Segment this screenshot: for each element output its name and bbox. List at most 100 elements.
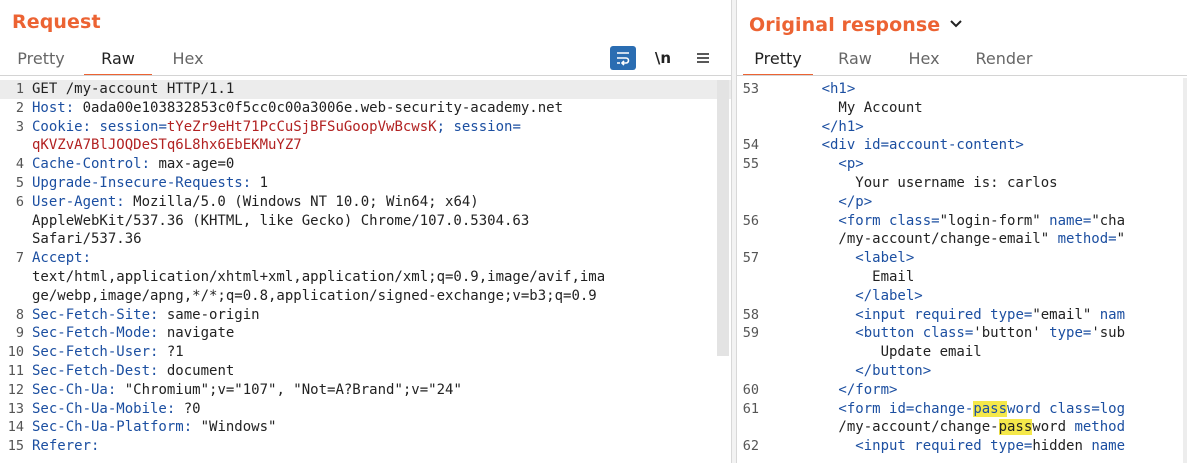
line-text: Sec-Ch-Ua-Platform: "Windows" (32, 418, 276, 437)
chevron-down-icon[interactable] (950, 11, 962, 33)
code-line: 57 <label> (737, 249, 1187, 268)
code-line: /my-account/change-email" method=" (737, 230, 1187, 249)
code-token: same-origin (158, 306, 260, 323)
response-title[interactable]: Original response (749, 11, 962, 36)
line-text: Update email (771, 343, 982, 362)
line-number: 53 (742, 81, 759, 97)
code-token: qKVZvA7BlJOQDeSTq6L8hx6EbEKMuYZ7 (32, 137, 302, 154)
code-token: Referer: (32, 438, 100, 455)
line-number: 2 (15, 99, 24, 116)
line-number: 56 (742, 212, 759, 229)
code-line: 6 User-Agent: Mozilla/5.0 (Windows NT 10.… (0, 193, 731, 212)
code-token: Sec-Ch-Ua: (32, 381, 117, 398)
line-number: 6 (15, 193, 24, 210)
code-token: /my-account/change-email" (771, 231, 1050, 248)
code-line: </label> (737, 287, 1187, 306)
response-editor[interactable]: 53 <h1> My Account </h1> 54 <div id=accou… (737, 80, 1187, 456)
code-token: <form (771, 212, 890, 229)
response-scrollbar[interactable] (1183, 78, 1187, 463)
code-line: </p> (737, 193, 1187, 212)
code-token: Sec-Ch-Ua-Mobile: (32, 400, 176, 417)
line-number: 7 (15, 250, 24, 267)
line-number: 55 (742, 156, 759, 173)
line-text: <h1> (771, 80, 856, 99)
code-token: hidden (1032, 438, 1083, 455)
line-number: 58 (742, 306, 759, 323)
code-line: 9 Sec-Fetch-Mode: navigate (0, 324, 731, 343)
line-text: ge/webp,image/apng,*/*;q=0.8,application… (32, 287, 597, 306)
code-line: 12 Sec-Ch-Ua: "Chromium";v="107", "Not=A?… (0, 381, 731, 400)
line-text: Referer: (32, 437, 99, 456)
code-token: "Chromium";v="107", "Not=A?Brand";v="24" (116, 381, 462, 398)
line-number: 61 (742, 400, 759, 417)
code-line: 1 GET /my-account HTTP/1.1 (0, 80, 731, 99)
line-number: 5 (15, 174, 24, 191)
code-line: Safari/537.36 (0, 230, 731, 249)
code-line: My Account (737, 99, 1187, 118)
request-tab-pretty[interactable]: Pretty (8, 45, 74, 74)
code-token: <button (771, 325, 923, 342)
response-tab-render[interactable]: Render (965, 45, 1043, 74)
line-text: <form class="login-form" name="cha (771, 212, 1125, 231)
code-line: 14 Sec-Ch-Ua-Platform: "Windows" (0, 418, 731, 437)
code-token: pass (998, 419, 1033, 436)
code-token: "login-form" (939, 212, 1041, 229)
code-token: Accept: (32, 250, 92, 267)
line-text: Sec-Fetch-Dest: document (32, 362, 234, 381)
line-text: Host: 0ada00e103832853c0f5cc0c00a3006e.w… (32, 99, 563, 118)
code-token: name= (1040, 212, 1092, 229)
line-text: Email (771, 268, 914, 287)
line-text: Upgrade-Insecure-Requests: 1 (32, 174, 268, 193)
line-number: 10 (7, 344, 24, 361)
line-text: User-Agent: Mozilla/5.0 (Windows NT 10.0… (32, 193, 479, 212)
wrap-lines-icon[interactable] (610, 46, 636, 70)
line-text: Sec-Ch-Ua-Mobile: ?0 (32, 400, 201, 419)
response-tab-divider (737, 75, 1187, 76)
code-token: session= (91, 118, 167, 135)
line-number: 60 (742, 381, 759, 398)
line-text: </h1> (771, 118, 864, 137)
code-line: 56 <form class="login-form" name="cha (737, 212, 1187, 231)
line-text: Cookie: session=tYeZr9eHt71PcCuSjBFSuGoo… (32, 118, 521, 137)
code-token: Sec-Fetch-Mode: (32, 325, 159, 342)
code-line: 10 Sec-Fetch-User: ?1 (0, 343, 731, 362)
line-text: GET /my-account HTTP/1.1 (32, 80, 234, 99)
code-line: Email (737, 268, 1187, 287)
newline-toggle-button[interactable]: \n (650, 46, 676, 70)
code-line: 53 <h1> (737, 80, 1187, 99)
code-token: type= (1040, 325, 1092, 342)
code-token: My Account (771, 99, 923, 116)
code-token: required type= (914, 438, 1033, 455)
line-text: Sec-Fetch-User: ?1 (32, 343, 184, 362)
response-tab-raw[interactable]: Raw (827, 45, 883, 74)
request-tab-raw[interactable]: Raw (84, 45, 152, 76)
line-text: <form id=change-password class=log (771, 400, 1125, 419)
request-tab-hex[interactable]: Hex (160, 45, 216, 74)
code-token: Cookie: (32, 118, 92, 135)
code-token: </form> (771, 381, 898, 398)
code-line: 61 <form id=change-password class=log (737, 400, 1187, 419)
line-text: Safari/537.36 (32, 230, 142, 249)
code-line: 2 Host: 0ada00e103832853c0f5cc0c00a3006e.… (0, 99, 731, 118)
hamburger-menu-icon[interactable] (690, 46, 716, 70)
code-line: 60 </form> (737, 381, 1187, 400)
code-line: 7 Accept: (0, 249, 731, 268)
code-token: tYeZr9eHt71PcCuSjBFSuGoopVwBcwsK (166, 118, 437, 135)
code-token: Your username is: carlos (771, 174, 1058, 191)
code-line: 59 <button class='button' type='sub (737, 324, 1187, 343)
request-editor[interactable]: 1 GET /my-account HTTP/1.1 2 Host: 0ada00e1… (0, 80, 731, 456)
code-token: class= (922, 325, 974, 342)
code-line: </h1> (737, 118, 1187, 137)
line-number: 59 (742, 325, 759, 342)
request-scrollbar[interactable] (717, 80, 729, 356)
code-token: /my-account/change- (771, 419, 999, 436)
code-token: User-Agent: (32, 193, 125, 210)
line-text: <div id=account-content> (771, 136, 1024, 155)
code-line: 3 Cookie: session=tYeZr9eHt71PcCuSjBFSuGo… (0, 118, 731, 137)
code-token: Cache-Control: (32, 156, 151, 173)
response-tab-pretty[interactable]: Pretty (743, 45, 813, 76)
code-line: 4 Cache-Control: max-age=0 (0, 155, 731, 174)
line-text: </label> (771, 287, 922, 306)
code-token: GET /my-account HTTP/1.1 (32, 81, 235, 97)
response-tab-hex[interactable]: Hex (897, 45, 951, 74)
